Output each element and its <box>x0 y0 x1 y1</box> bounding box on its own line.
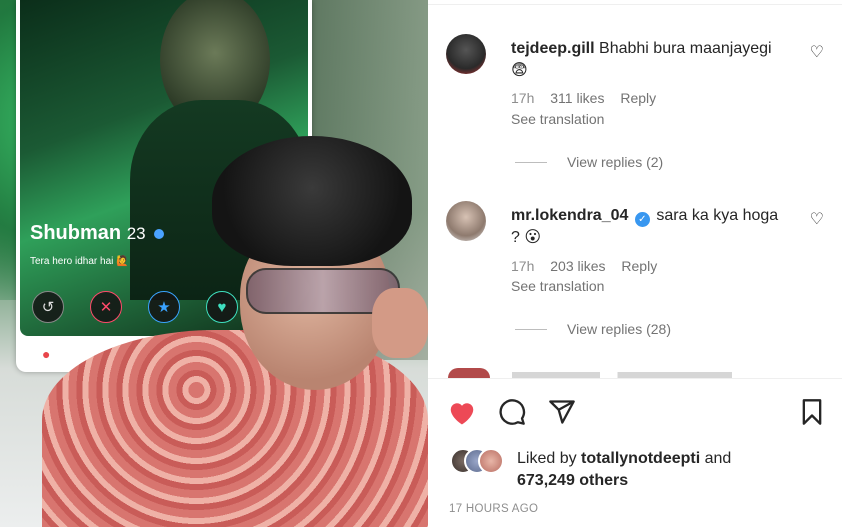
heart-filled-icon[interactable] <box>446 396 478 428</box>
see-translation-link[interactable]: See translation <box>511 278 604 294</box>
comment-text: tejdeep.gill Bhabhi bura maanjayegi 😨 <box>511 38 806 82</box>
rewind-icon: ↺ <box>32 291 64 323</box>
replies-line <box>515 161 547 163</box>
post-image[interactable]: Shubman 23 Tera hero idhar hai 🙋 ↺ ✕ ★ ♥… <box>0 0 428 527</box>
comment-body-continued: ? <box>511 229 520 246</box>
reply-button[interactable]: Reply <box>620 90 656 106</box>
avatar[interactable] <box>446 34 486 74</box>
view-replies-label: View replies (2) <box>567 154 664 170</box>
see-translation-link[interactable]: See translation <box>511 111 604 127</box>
man-hair <box>212 136 412 266</box>
comment-emoji: 😮 <box>524 229 542 246</box>
avatar[interactable] <box>446 201 486 241</box>
view-replies-button[interactable]: View replies (28) <box>515 321 671 337</box>
comment-meta: 17h 311 likes Reply <box>511 90 668 106</box>
comment-emoji: 😨 <box>511 62 528 79</box>
liked-by-prefix: Liked by <box>517 450 577 467</box>
comments-panel: tejdeep.gill Bhabhi bura maanjayegi 😨 ♡ … <box>428 0 842 527</box>
next-comment-avatar-partial <box>448 368 490 378</box>
nope-icon: ✕ <box>90 291 122 323</box>
liked-by-connector: and <box>704 450 732 467</box>
view-replies-label: View replies (28) <box>567 321 672 337</box>
profile-name-line: Shubman 23 <box>30 222 165 245</box>
comment-text: mr.lokendra_04 ✓ sara ka kya hoga ? 😮 <box>511 205 806 249</box>
comment-meta: 17h 203 likes Reply <box>511 258 669 274</box>
comment-username[interactable]: mr.lokendra_04 <box>511 207 628 224</box>
comment-icon[interactable] <box>496 396 528 428</box>
profile-name: Shubman <box>30 222 122 244</box>
liked-by-user[interactable]: totallynotdeepti <box>581 450 700 467</box>
comment-time[interactable]: 17h <box>511 258 534 274</box>
flame-icon: ● <box>42 346 51 362</box>
post-action-bar <box>428 396 842 430</box>
comment-body: sara ka kya hoga <box>656 207 779 224</box>
superlike-icon: ★ <box>148 291 180 323</box>
verified-dot-icon <box>154 229 165 239</box>
comment-like-heart-icon[interactable]: ♡ <box>810 42 824 62</box>
like-heart-icon: ♥ <box>206 291 238 323</box>
comment-username[interactable]: tejdeep.gill <box>511 40 595 57</box>
bookmark-icon[interactable] <box>796 396 828 428</box>
comment-time[interactable]: 17h <box>511 90 534 106</box>
liked-by-others[interactable]: 673,249 others <box>517 472 628 489</box>
comment-like-heart-icon[interactable]: ♡ <box>810 209 824 229</box>
replies-line <box>515 328 547 330</box>
profile-tagline: Tera hero idhar hai 🙋 <box>30 256 129 267</box>
share-icon[interactable] <box>546 396 578 428</box>
reply-button[interactable]: Reply <box>621 258 657 274</box>
top-divider <box>428 4 842 5</box>
comment-likes[interactable]: 311 likes <box>550 90 604 106</box>
liked-by-text: Liked by totallynotdeepti and 673,249 ot… <box>517 448 817 492</box>
view-replies-button[interactable]: View replies (2) <box>515 154 663 170</box>
profile-age: 23 <box>126 224 146 243</box>
liker-avatar[interactable] <box>478 448 504 474</box>
actions-divider <box>428 378 842 379</box>
verified-badge-icon: ✓ <box>634 212 650 227</box>
comment-likes[interactable]: 203 likes <box>550 258 605 274</box>
man-hand <box>372 288 428 358</box>
post-timestamp[interactable]: 17 HOURS AGO <box>449 503 538 515</box>
comment-body: Bhabhi bura maanjayegi <box>599 40 772 57</box>
